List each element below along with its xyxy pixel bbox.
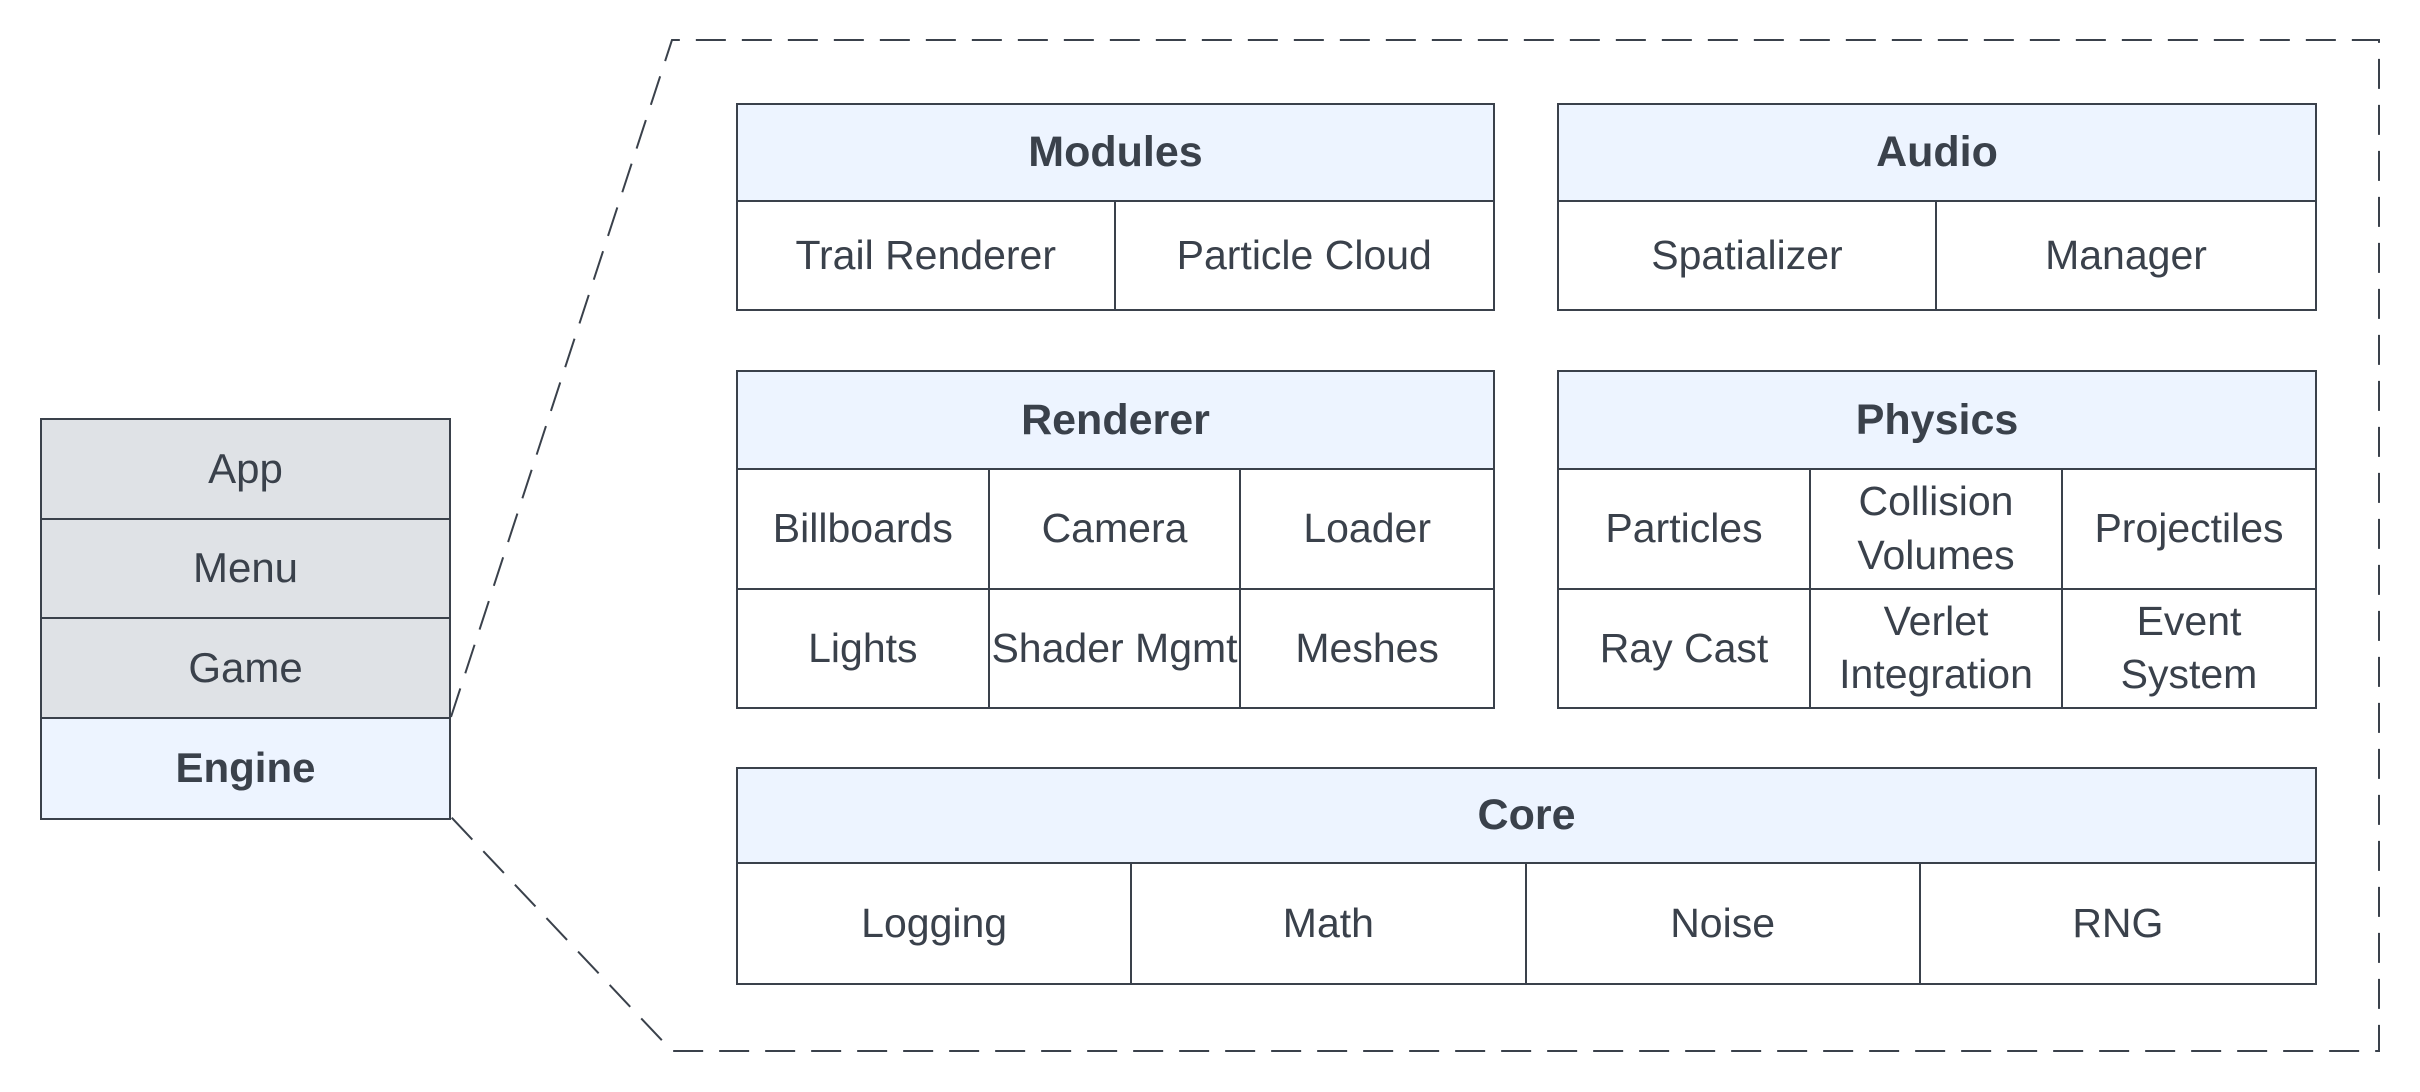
group-physics: Physics Particles Collision Volumes Project… [1557,370,2317,709]
renderer-item: Camera [989,470,1242,590]
audio-item: Manager [1937,202,2315,309]
renderer-item: Lights [738,589,990,707]
renderer-item: Shader Mgmt [989,589,1242,707]
core-item: Math [1132,864,1527,983]
modules-item: Particle Cloud [1115,202,1493,309]
renderer-title: Renderer [738,372,1493,470]
layer-stack: App Menu Game Engine [40,418,451,820]
physics-title: Physics [1559,372,2315,470]
core-title: Core [738,769,2315,864]
renderer-item: Meshes [1241,589,1493,707]
group-modules: Modules Trail Renderer Particle Cloud [736,103,1495,311]
layer-game: Game [42,619,449,719]
physics-item: Verlet Integration [1811,589,2063,707]
group-renderer: Renderer Billboards Camera Loader Lights Shad… [736,370,1495,709]
core-item: Logging [738,864,1133,983]
layer-engine: Engine [42,718,449,818]
renderer-item: Loader [1241,470,1493,590]
physics-item: Particles [1559,470,1811,590]
layer-app: App [42,420,449,520]
layer-menu: Menu [42,519,449,619]
physics-item: Ray Cast [1559,589,1811,707]
group-core: Core Logging Math Noise RNG [736,767,2317,985]
group-audio: Audio Spatializer Manager [1557,103,2317,311]
physics-item: Projectiles [2063,470,2315,590]
physics-item: Collision Volumes [1811,470,2063,590]
audio-item: Spatializer [1559,202,1937,309]
renderer-item: Billboards [738,470,990,590]
physics-item: Event System [2063,589,2315,707]
audio-title: Audio [1559,105,2315,202]
core-item: Noise [1526,864,1921,983]
modules-item: Trail Renderer [738,202,1116,309]
core-item: RNG [1920,864,2315,983]
modules-title: Modules [738,105,1493,202]
